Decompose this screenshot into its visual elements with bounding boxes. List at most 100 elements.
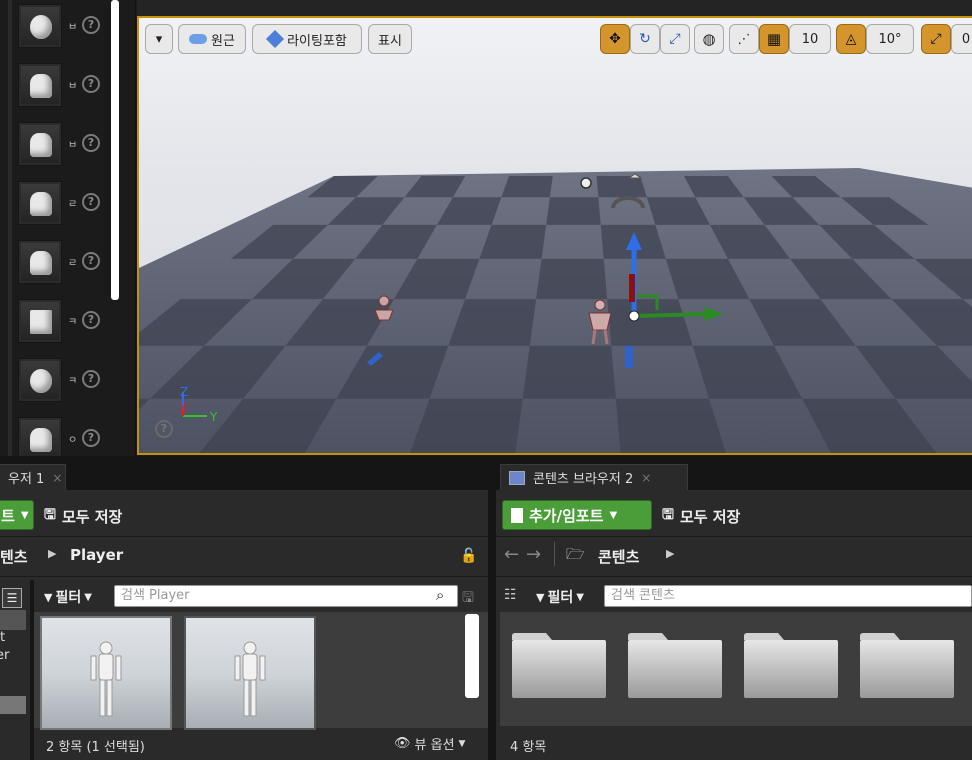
add-import-button[interactable]: 추가/임포트 ▼ — [502, 500, 652, 530]
camera-icon[interactable] — [580, 177, 592, 189]
world-space-button[interactable]: ◍ — [694, 24, 724, 54]
chevron-right-icon[interactable]: ▶ — [666, 547, 674, 560]
scene-gizmos: Z X Y — [179, 173, 724, 424]
help-icon[interactable]: ? — [82, 370, 100, 388]
grid-snap-value[interactable]: 10 — [789, 24, 831, 54]
help-icon[interactable]: ? — [82, 16, 100, 34]
list-view-icon[interactable]: ☰ — [2, 588, 22, 608]
help-icon[interactable]: ? — [82, 311, 100, 329]
perspective-button[interactable]: 원근 — [178, 24, 246, 54]
help-icon[interactable]: ? — [82, 252, 100, 270]
save-all-button[interactable]: 🖫 모두 저장 — [44, 504, 122, 528]
character-left[interactable] — [367, 295, 394, 366]
filter-button[interactable]: ▼ 필터 ▼ — [44, 587, 92, 607]
sources-item[interactable]: t — [0, 630, 5, 645]
angle-icon: ◬ — [845, 31, 857, 47]
viewport-options-button[interactable]: ▾ — [145, 24, 173, 54]
folder-icon — [860, 633, 954, 698]
thumbnail-shape — [30, 310, 52, 334]
place-item[interactable]: ㄹ? — [18, 181, 118, 227]
grid-snap-value-label: 10 — [801, 31, 819, 47]
thumbnail-bg — [21, 243, 59, 281]
light-icon[interactable] — [627, 173, 643, 179]
viewport-help-icon[interactable]: ? — [155, 420, 173, 438]
place-item-label: ㅂ — [68, 22, 78, 33]
search-input[interactable]: 검색 콘텐츠 — [604, 585, 972, 607]
breadcrumb-root[interactable]: 텐츠 — [0, 546, 28, 567]
save-all-button[interactable]: 🖫 모두 저장 — [662, 504, 740, 528]
transform-gizmo[interactable] — [626, 232, 724, 322]
sources-toggle-icon[interactable]: ☷ — [504, 587, 517, 603]
place-item[interactable]: ㅂ? — [18, 4, 118, 50]
level-viewport[interactable]: Z X Y ? ▾ 원근 라이팅포함 표시 ✥ ↻ ⤢ ◍ ⋰ ▦ 10 ◬ 1… — [137, 16, 972, 455]
view-mode-button[interactable]: 라이팅포함 — [252, 24, 362, 54]
breadcrumb-root[interactable]: 콘텐츠 — [598, 546, 639, 567]
perspective-label: 원근 — [211, 33, 235, 49]
view-options-button[interactable]: 👁 뷰 옵션 ▼ — [394, 734, 465, 753]
rotate-mode-button[interactable]: ↻ — [630, 24, 660, 54]
save-search-icon[interactable]: 🖫 — [462, 587, 474, 611]
chevron-right-icon[interactable]: ▶ — [48, 547, 56, 560]
help-icon[interactable]: ? — [82, 75, 100, 93]
save-all-label: 모두 저장 — [61, 507, 123, 526]
show-button[interactable]: 표시 — [368, 24, 412, 54]
folder-tile[interactable] — [510, 632, 608, 700]
rotate-icon: ↻ — [639, 31, 651, 47]
folder-open-icon[interactable]: 🗁 — [566, 544, 585, 569]
place-item[interactable]: ㄹ? — [18, 240, 118, 286]
axis-widget: Z X Y — [179, 385, 218, 424]
place-item[interactable]: ㅂ? — [18, 122, 118, 168]
place-item[interactable]: ㅂ? — [18, 63, 118, 109]
place-panel-scrollbar[interactable] — [111, 0, 119, 300]
scale-icon: ⤢ — [669, 31, 681, 47]
place-item-label: ㅂ — [68, 81, 78, 92]
place-item[interactable]: ㅋ? — [18, 299, 118, 345]
asset-tile-selected[interactable] — [40, 616, 172, 730]
lock-icon[interactable]: 🔓 — [460, 548, 477, 564]
asset-tile[interactable] — [184, 616, 316, 730]
divider — [496, 536, 972, 537]
asset-scrollbar[interactable] — [465, 614, 479, 698]
character-selected[interactable] — [588, 299, 633, 368]
divider — [0, 576, 488, 577]
place-item-label: ㅂ — [68, 140, 78, 151]
back-arrow-icon[interactable]: ← — [504, 544, 519, 565]
search-input[interactable]: 검색 Player — [114, 585, 458, 607]
folder-tile[interactable] — [858, 632, 956, 700]
rotation-snap-value[interactable]: 10° — [866, 24, 914, 54]
sources-item[interactable]: er — [0, 648, 9, 663]
tab-content-browser-2[interactable]: 콘텐츠 브라우저 2 × — [500, 464, 688, 490]
close-icon[interactable]: × — [641, 471, 651, 485]
surface-snap-button[interactable]: ⋰ — [729, 24, 759, 54]
panel-splitter[interactable] — [488, 490, 496, 760]
sources-selected-row[interactable] — [0, 610, 26, 630]
help-icon[interactable]: ? — [82, 193, 100, 211]
rotation-snap-toggle[interactable]: ◬ — [836, 24, 866, 54]
translate-mode-button[interactable]: ✥ — [600, 24, 630, 54]
tab-content-browser-1[interactable]: 우저 1 × — [0, 464, 66, 490]
forward-arrow-icon[interactable]: → — [526, 544, 541, 565]
folder-tile[interactable] — [742, 632, 840, 700]
view-options-label: 뷰 옵션 — [414, 738, 455, 753]
scale-snap-value[interactable]: 0 — [951, 24, 972, 54]
mannequin-thumbnail — [234, 641, 266, 717]
filter-button[interactable]: ▼ 필터 ▼ — [536, 587, 584, 607]
search-placeholder: 검색 Player — [121, 588, 190, 603]
scale-mode-button[interactable]: ⤢ — [660, 24, 690, 54]
surface-snap-icon: ⋰ — [737, 31, 751, 47]
help-icon[interactable]: ? — [82, 134, 100, 152]
add-import-label: 트 — [1, 506, 15, 525]
sources-item-highlight[interactable] — [0, 696, 26, 714]
sky-dome-icon[interactable] — [611, 196, 645, 209]
sphere-thumbnail — [18, 358, 62, 402]
help-icon[interactable]: ? — [82, 429, 100, 447]
item-count-status: 4 항목 — [510, 740, 547, 755]
add-import-button[interactable]: 트 ▼ — [0, 500, 34, 530]
search-icon[interactable]: ⌕ — [436, 586, 444, 604]
grid-snap-toggle[interactable]: ▦ — [759, 24, 789, 54]
breadcrumb-current[interactable]: Player — [70, 546, 123, 564]
close-icon[interactable]: × — [52, 471, 62, 485]
place-item[interactable]: ㅋ? — [18, 358, 118, 404]
scale-snap-toggle[interactable]: ⤢ — [921, 24, 951, 54]
folder-tile[interactable] — [626, 632, 724, 700]
